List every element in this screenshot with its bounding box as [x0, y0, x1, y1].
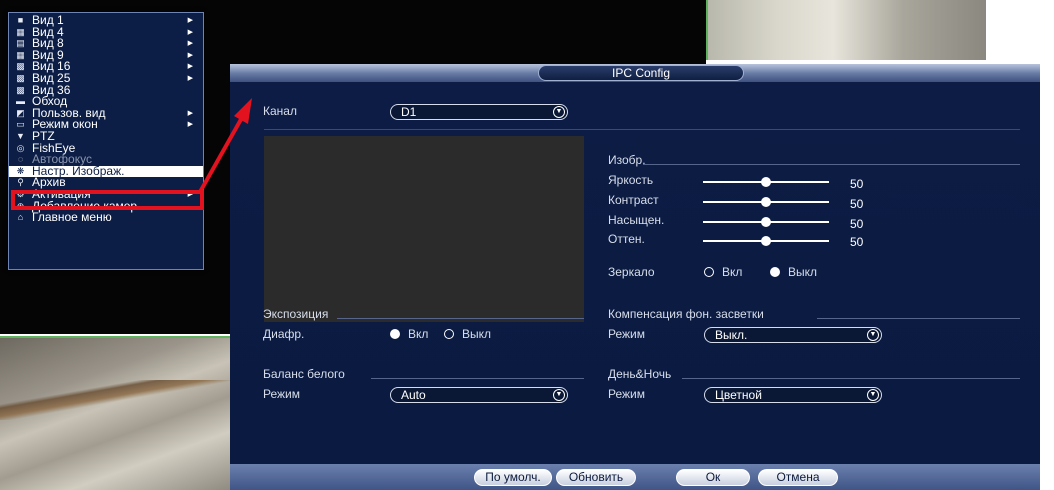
- channel-value: D1: [401, 105, 417, 119]
- radio-label: Вкл: [408, 327, 429, 341]
- wb-section-title: Баланс белого: [263, 367, 345, 381]
- view16-icon: ▩: [16, 61, 25, 72]
- context-menu: ■ Вид 1 ▶ ▦ Вид 4 ▶ ▤ Вид 8 ▶ ▦ Вид 9 ▶ …: [8, 12, 204, 270]
- radio-label: Выкл: [788, 265, 818, 279]
- camera-preview: [264, 136, 584, 322]
- mirror-on-radio[interactable]: Вкл: [704, 265, 742, 279]
- channel-label: Канал: [263, 104, 297, 118]
- section-divider: [371, 378, 584, 379]
- radio-label: Выкл: [462, 327, 492, 341]
- chevron-right-icon: ▶: [187, 74, 193, 82]
- chevron-right-icon: ▶: [187, 109, 193, 117]
- iris-label: Диафр.: [263, 327, 305, 341]
- view4-icon: ▦: [16, 26, 25, 37]
- section-divider: [682, 378, 1020, 379]
- slider-knob[interactable]: [761, 197, 771, 207]
- dialog-body: Канал D1 ▼ Изобр. Яркость 50 Контраст 50…: [230, 82, 1040, 464]
- slider-knob[interactable]: [761, 217, 771, 227]
- chevron-down-icon[interactable]: ▼: [867, 329, 879, 341]
- ipc-config-dialog: IPC Config Канал D1 ▼ Изобр. Яркость 50 …: [230, 64, 1040, 490]
- radio-label: Вкл: [722, 265, 743, 279]
- camera-feed-top-right: [706, 0, 986, 60]
- chevron-right-icon: ▶: [187, 51, 193, 59]
- radio-dot[interactable]: [444, 329, 454, 339]
- image-section-title: Изобр.: [608, 153, 646, 167]
- dialog-footer: По умолч. Обновить Ок Отмена: [230, 464, 1040, 490]
- mirror-off-radio[interactable]: Выкл: [770, 265, 817, 279]
- view36-icon: ▩: [16, 84, 25, 95]
- wb-mode-label: Режим: [263, 387, 300, 401]
- daynight-mode-label: Режим: [608, 387, 645, 401]
- menu-item-main-menu[interactable]: ⌂ Главное меню: [9, 210, 203, 225]
- refresh-button[interactable]: Обновить: [556, 469, 636, 486]
- section-divider: [817, 318, 1020, 319]
- select-value: Auto: [401, 388, 426, 402]
- section-divider: [337, 318, 584, 319]
- radio-dot[interactable]: [770, 267, 780, 277]
- tour-icon: ▬: [16, 96, 25, 107]
- home-icon: ⌂: [17, 212, 24, 223]
- default-button[interactable]: По умолч.: [474, 469, 552, 486]
- wb-mode-select[interactable]: Auto ▼: [390, 387, 568, 403]
- select-value: Цветной: [715, 388, 762, 402]
- dialog-title: IPC Config: [538, 65, 744, 81]
- chevron-down-icon[interactable]: ▼: [553, 389, 565, 401]
- hue-value: 50: [850, 235, 864, 249]
- radio-dot[interactable]: [704, 267, 714, 277]
- menu-item-label: Главное меню: [32, 210, 112, 225]
- autofocus-icon: ◌: [17, 154, 24, 165]
- chevron-down-icon[interactable]: ▼: [867, 389, 879, 401]
- mirror-label: Зеркало: [608, 265, 655, 279]
- chevron-right-icon: ▶: [187, 121, 193, 129]
- daynight-section-title: День&Ночь: [608, 367, 672, 381]
- backlight-mode-select[interactable]: Выкл. ▼: [704, 327, 882, 343]
- select-value: Выкл.: [715, 328, 748, 342]
- saturation-slider[interactable]: [703, 215, 829, 229]
- highlight-box: [11, 190, 204, 210]
- camera-feed-detail: [0, 380, 232, 420]
- ok-button[interactable]: Ок: [676, 469, 750, 486]
- saturation-label: Насыщен.: [608, 213, 665, 227]
- backlight-section-title: Компенсация фон. засветки: [608, 307, 764, 321]
- radio-dot[interactable]: [390, 329, 400, 339]
- view8-icon: ▤: [16, 38, 25, 49]
- brightness-label: Яркость: [608, 173, 654, 187]
- chevron-right-icon: ▶: [187, 28, 193, 36]
- contrast-value: 50: [850, 197, 864, 211]
- contrast-label: Контраст: [608, 193, 659, 207]
- chevron-right-icon: ▶: [187, 40, 193, 48]
- brightness-slider[interactable]: [703, 175, 829, 189]
- exposure-section-title: Экспозиция: [263, 307, 329, 321]
- cancel-button[interactable]: Отмена: [758, 469, 838, 486]
- divider: [264, 129, 1020, 130]
- window-mode-icon: ▭: [16, 119, 25, 130]
- section-divider: [643, 164, 1020, 165]
- channel-select[interactable]: D1 ▼: [390, 104, 568, 120]
- view1-icon: ■: [17, 15, 24, 25]
- contrast-slider[interactable]: [703, 195, 829, 209]
- view9-icon: ▦: [16, 49, 25, 60]
- chevron-right-icon: ▶: [187, 17, 193, 24]
- brightness-value: 50: [850, 177, 864, 191]
- hue-label: Оттен.: [608, 232, 645, 246]
- hue-slider[interactable]: [703, 234, 829, 248]
- dialog-titlebar: IPC Config: [230, 64, 1040, 82]
- slider-knob[interactable]: [761, 177, 771, 187]
- daynight-mode-select[interactable]: Цветной ▼: [704, 387, 882, 403]
- view25-icon: ▩: [16, 72, 25, 83]
- search-icon: ⚲: [17, 177, 24, 188]
- custom-view-icon: ◩: [16, 107, 25, 118]
- slider-knob[interactable]: [761, 236, 771, 246]
- fisheye-icon: ◎: [16, 142, 25, 153]
- chevron-right-icon: ▶: [187, 63, 193, 71]
- iris-on-radio[interactable]: Вкл: [390, 327, 428, 341]
- chevron-down-icon[interactable]: ▼: [553, 106, 565, 118]
- saturation-value: 50: [850, 217, 864, 231]
- backlight-mode-label: Режим: [608, 327, 645, 341]
- image-settings-icon: ❋: [16, 165, 25, 176]
- iris-off-radio[interactable]: Выкл: [444, 327, 491, 341]
- ptz-icon: ▼: [16, 130, 25, 141]
